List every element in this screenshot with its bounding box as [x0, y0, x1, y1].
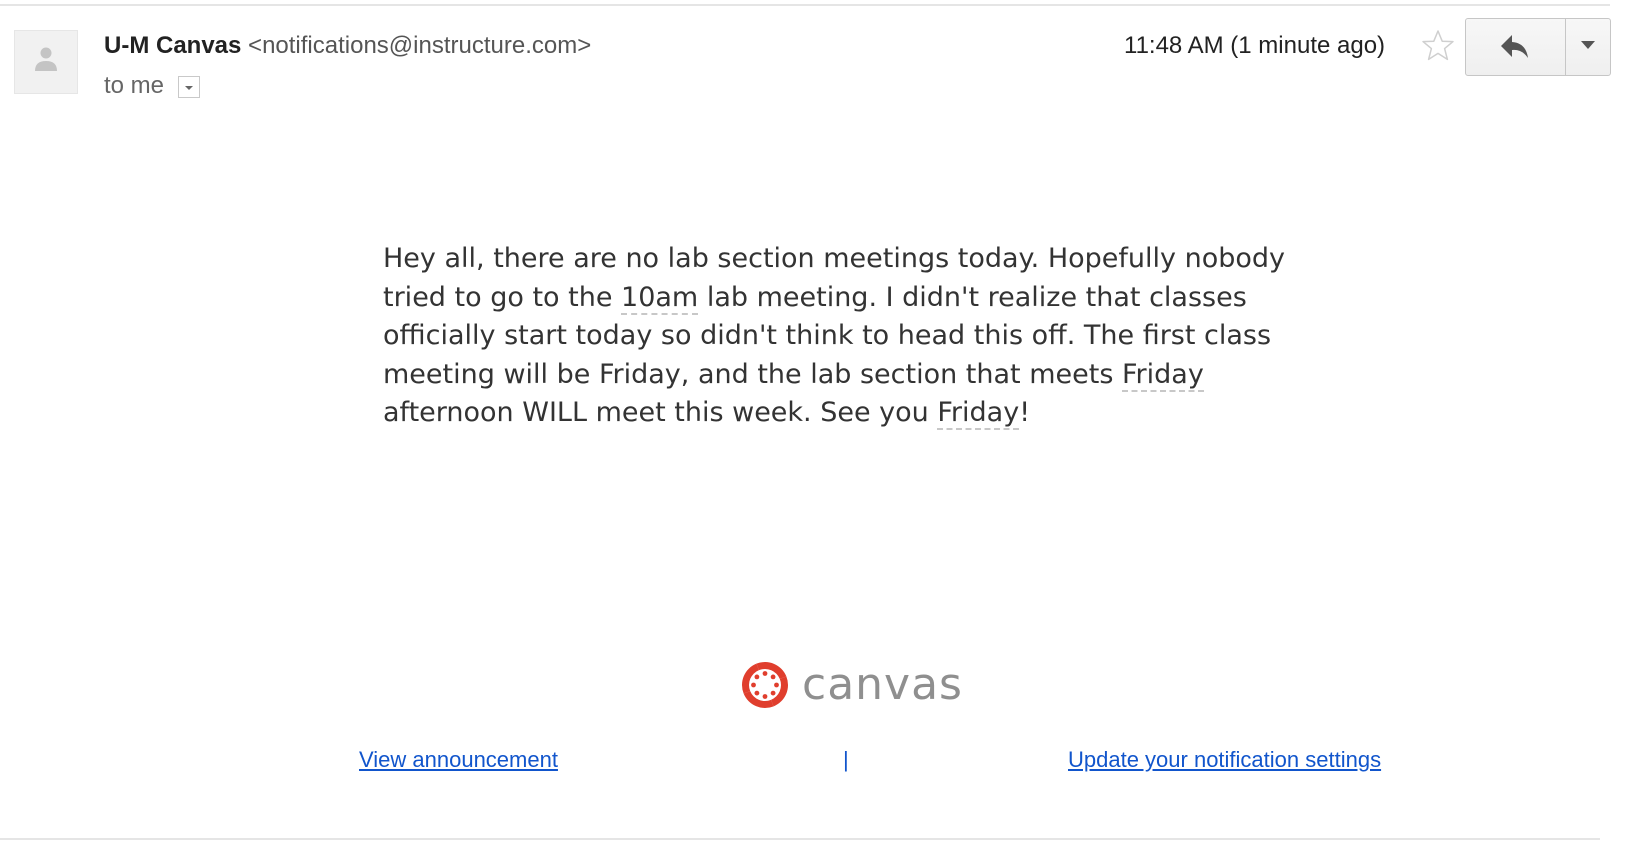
- sender-avatar[interactable]: [14, 30, 78, 94]
- show-details-dropdown[interactable]: [178, 76, 200, 98]
- sender-name[interactable]: U-M Canvas: [104, 32, 241, 59]
- time-smart-chip[interactable]: 10am: [621, 281, 699, 315]
- reply-button-group: [1465, 18, 1611, 76]
- canvas-logo-icon: [742, 662, 788, 708]
- sender-line: U-M Canvas <notifications@instructure.co…: [104, 30, 591, 62]
- view-announcement-link[interactable]: View announcement: [359, 746, 558, 774]
- star-outline-icon[interactable]: [1420, 28, 1456, 64]
- canvas-wordmark: canvas: [802, 659, 963, 710]
- footer-separator: |: [843, 747, 849, 772]
- email-message-view: U-M Canvas <notifications@instructure.co…: [0, 0, 1634, 842]
- recipient-label: to me: [104, 72, 165, 99]
- sender-email: <notifications@instructure.com>: [248, 32, 592, 59]
- reply-button[interactable]: [1466, 19, 1566, 75]
- notification-settings-link[interactable]: Update your notification settings: [1068, 746, 1381, 774]
- default-avatar-icon: [35, 47, 57, 71]
- more-options-button[interactable]: [1566, 19, 1610, 75]
- message-body: Hey all, there are no lab section meetin…: [383, 240, 1303, 433]
- top-divider: [0, 4, 1610, 6]
- reply-arrow-icon: [1501, 35, 1528, 58]
- caret-down-icon: [1581, 41, 1595, 49]
- date-smart-chip[interactable]: Friday: [937, 397, 1020, 430]
- body-text-part: !: [1019, 397, 1031, 428]
- chevron-down-icon: [185, 86, 193, 90]
- date-smart-chip[interactable]: Friday: [1121, 358, 1204, 392]
- bottom-divider: [0, 838, 1600, 840]
- message-timestamp: 11:48 AM (1 minute ago): [1124, 32, 1386, 59]
- body-text-part: afternoon WILL meet this week. See you: [383, 397, 938, 428]
